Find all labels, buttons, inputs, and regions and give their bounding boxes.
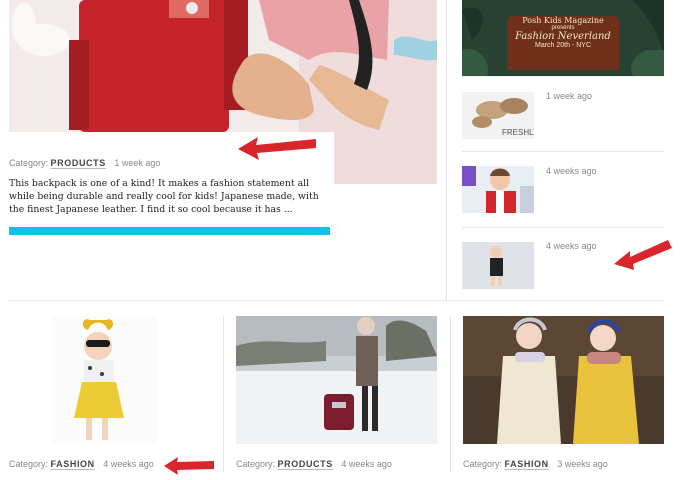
- timestamp: 1 week ago: [114, 158, 161, 168]
- section-divider: [9, 300, 664, 301]
- card-image-two-girls[interactable]: [463, 316, 664, 444]
- ad-badge: Posh Kids Magazine presents Fashion Neve…: [507, 16, 619, 70]
- ad-line-3: Fashion Neverland: [515, 31, 611, 42]
- snow-backpack-photo: [236, 316, 437, 444]
- divider: [462, 151, 664, 152]
- thumb-brand-text: FRESHLY: [502, 128, 534, 137]
- boy-photo: [462, 166, 534, 213]
- column-divider: [446, 0, 447, 300]
- timestamp: 4 weeks ago: [103, 459, 154, 469]
- sidebar-item-1-timestamp: 1 week ago: [546, 91, 593, 101]
- category-label: Category:: [9, 158, 49, 168]
- ad-line-1: Posh Kids Magazine: [522, 16, 604, 25]
- card-image-snow-backpack[interactable]: [236, 316, 437, 444]
- card-image-yellow-dress[interactable]: [52, 316, 158, 444]
- sidebar-thumb-toddler[interactable]: [462, 242, 534, 289]
- sidebar-thumb-moccasins[interactable]: FRESHLY: [462, 92, 534, 139]
- moccasins-photo: FRESHLY: [462, 92, 534, 139]
- card-3-meta: Category: FASHION 3 weeks ago: [463, 459, 608, 469]
- column-divider: [450, 316, 451, 472]
- sidebar-item-2-timestamp: 4 weeks ago: [546, 166, 597, 176]
- red-arrow-icon: [614, 240, 672, 270]
- divider: [462, 227, 664, 228]
- category-link[interactable]: PRODUCTS: [51, 158, 106, 168]
- toddler-photo: [462, 242, 534, 289]
- category-link[interactable]: FASHION: [505, 459, 549, 469]
- category-label: Category:: [9, 459, 49, 469]
- category-link[interactable]: PRODUCTS: [278, 459, 333, 469]
- featured-excerpt: This backpack is one of a kind! It makes…: [9, 178, 319, 215]
- ad-line-4: March 20th - NYC: [534, 42, 592, 49]
- girl-yellow-dress-photo: [52, 316, 158, 444]
- featured-image[interactable]: [9, 0, 437, 184]
- read-more-bar[interactable]: [9, 227, 330, 235]
- category-label: Category:: [463, 459, 503, 469]
- timestamp: 4 weeks ago: [341, 459, 392, 469]
- card-2-meta: Category: PRODUCTS 4 weeks ago: [236, 459, 392, 469]
- sidebar-item-3-timestamp: 4 weeks ago: [546, 241, 597, 251]
- timestamp: 3 weeks ago: [557, 459, 608, 469]
- category-label: Category:: [236, 459, 276, 469]
- card-1-meta: Category: FASHION 4 weeks ago: [9, 459, 154, 469]
- red-arrow-icon: [238, 137, 316, 160]
- featured-meta: Category: PRODUCTS 1 week ago: [9, 158, 160, 168]
- two-girls-coats-photo: [463, 316, 664, 444]
- fashion-neverland-ad[interactable]: Posh Kids Magazine presents Fashion Neve…: [462, 0, 664, 76]
- column-divider: [223, 316, 224, 472]
- category-link[interactable]: FASHION: [51, 459, 95, 469]
- sidebar-thumb-boy[interactable]: [462, 166, 534, 213]
- red-arrow-icon: [164, 457, 214, 475]
- divider: [462, 76, 664, 77]
